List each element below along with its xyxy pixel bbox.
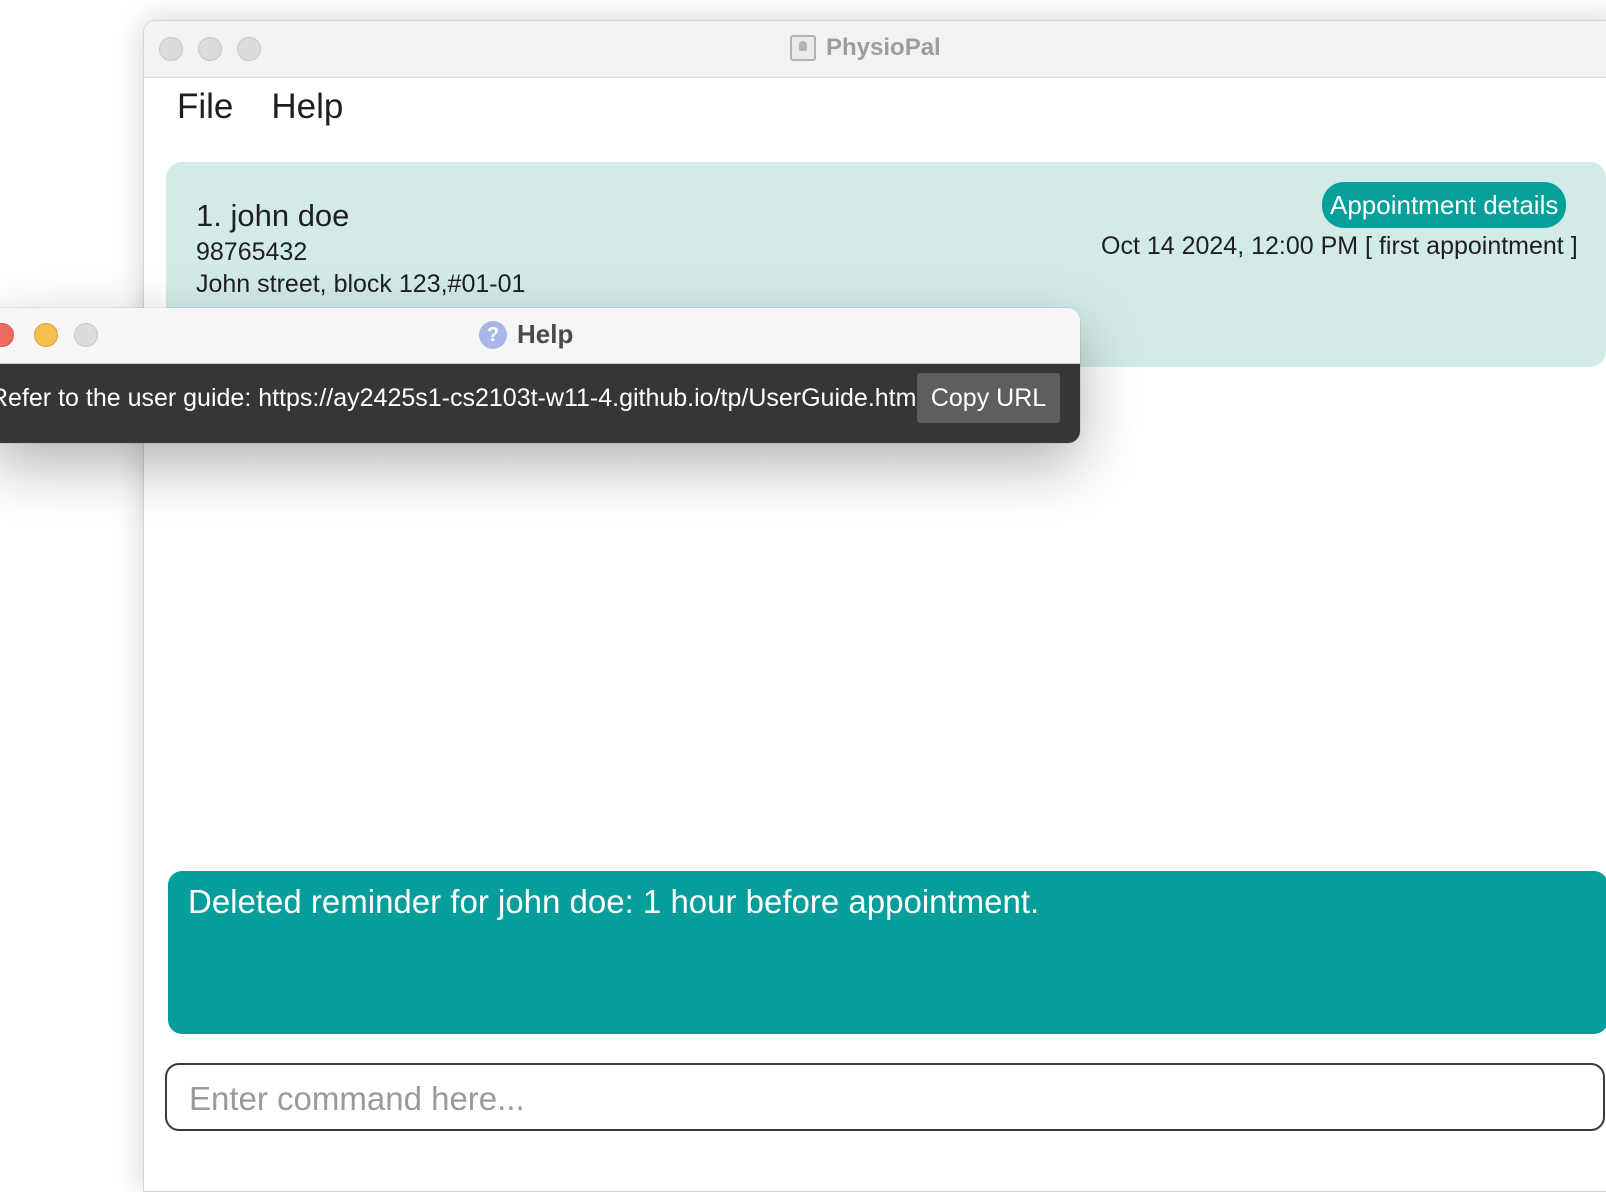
main-titlebar[interactable]: PhysioPal (144, 21, 1606, 78)
window-title: PhysioPal (790, 33, 941, 63)
help-window-title: ? Help (479, 319, 573, 350)
help-body: Refer to the user guide: https://ay2425s… (0, 364, 1080, 443)
appointment-details-badge: Appointment details (1322, 182, 1567, 228)
question-icon: ? (479, 320, 507, 349)
help-minimize-button[interactable] (34, 323, 58, 347)
command-box[interactable] (165, 1063, 1605, 1131)
menubar: File Help (177, 87, 343, 127)
help-titlebar[interactable]: ? Help (0, 308, 1080, 364)
help-title-text: Help (517, 319, 574, 349)
menu-file[interactable]: File (177, 87, 233, 127)
help-close-button[interactable] (0, 323, 14, 347)
help-message: Refer to the user guide: https://ay2425s… (0, 384, 922, 412)
person-address: John street, block 123,#01-01 (196, 270, 526, 298)
person-name: 1. john doe (196, 198, 350, 233)
person-phone: 98765432 (196, 238, 308, 266)
copy-url-button[interactable]: Copy URL (917, 373, 1060, 423)
window-title-text: PhysioPal (826, 34, 941, 61)
app-icon (790, 35, 816, 61)
appointment-datetime: Oct 14 2024, 12:00 PM [ first appointmen… (1101, 232, 1578, 260)
minimize-button[interactable] (198, 37, 222, 61)
zoom-button[interactable] (237, 37, 261, 61)
help-zoom-button[interactable] (74, 323, 98, 347)
close-button[interactable] (159, 37, 183, 61)
result-display: Deleted reminder for john doe: 1 hour be… (168, 871, 1606, 1034)
main-window: PhysioPal File Help 1. john doe 98765432… (143, 20, 1606, 1192)
menu-help[interactable]: Help (271, 87, 343, 127)
result-message: Deleted reminder for john doe: 1 hour be… (188, 883, 1040, 920)
help-window: ? Help Refer to the user guide: https://… (0, 308, 1080, 443)
command-input[interactable] (187, 1077, 1571, 1121)
